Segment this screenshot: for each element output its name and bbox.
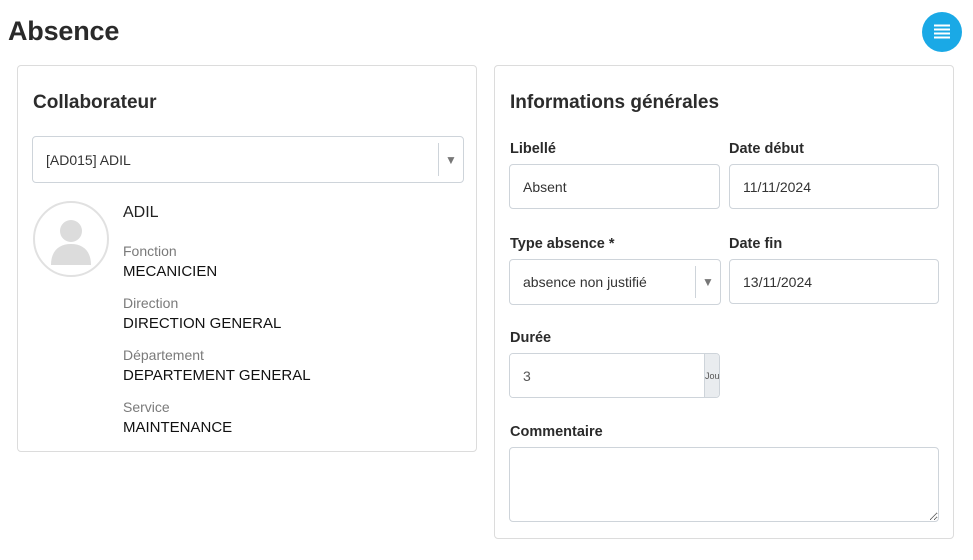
date-fin-input[interactable]: [729, 259, 939, 304]
duree-unit: Jours: [704, 354, 719, 397]
libelle-label: Libellé: [510, 141, 556, 157]
informations-title: Informations générales: [510, 92, 720, 113]
type-absence-select-value: absence non justifié: [523, 274, 647, 290]
list-icon: [934, 24, 950, 39]
date-debut-input[interactable]: [729, 164, 939, 209]
departement-label: Département: [123, 347, 204, 363]
commentaire-label: Commentaire: [510, 424, 603, 440]
duree-input[interactable]: [510, 354, 704, 397]
duree-label: Durée: [510, 330, 552, 346]
dropdown-arrow-icon: ▼: [445, 152, 457, 167]
collaborateur-card: Collaborateur [AD015] ADIL ▼ ADIL Foncti…: [17, 65, 477, 452]
duree-input-group: Jours: [509, 353, 720, 398]
direction-label: Direction: [123, 295, 179, 311]
date-debut-label: Date début: [729, 141, 804, 157]
informations-card: Informations générales Libellé Date débu…: [494, 65, 954, 539]
collaborateur-select-value: [AD015] ADIL: [46, 151, 131, 168]
date-fin-label: Date fin: [729, 236, 783, 252]
page-title: Absence: [8, 16, 120, 46]
direction-value: DIRECTION GENERAL: [123, 315, 282, 332]
collaborateur-select[interactable]: [AD015] ADIL ▼: [32, 136, 464, 183]
commentaire-textarea[interactable]: [509, 447, 939, 522]
list-view-button[interactable]: [922, 12, 962, 52]
collaborateur-title: Collaborateur: [33, 92, 157, 113]
user-avatar-icon: [51, 220, 91, 265]
employee-name: ADIL: [123, 204, 159, 221]
type-absence-label: Type absence *: [510, 236, 615, 252]
departement-value: DEPARTEMENT GENERAL: [123, 367, 311, 384]
fonction-value: MECANICIEN: [123, 263, 218, 280]
libelle-input[interactable]: [509, 164, 720, 209]
service-value: MAINTENANCE: [123, 419, 233, 436]
dropdown-arrow-icon: ▼: [702, 275, 714, 289]
service-label: Service: [123, 399, 170, 415]
avatar: [33, 201, 109, 277]
type-absence-select[interactable]: absence non justifié ▼: [509, 259, 721, 305]
fonction-label: Fonction: [123, 243, 177, 259]
